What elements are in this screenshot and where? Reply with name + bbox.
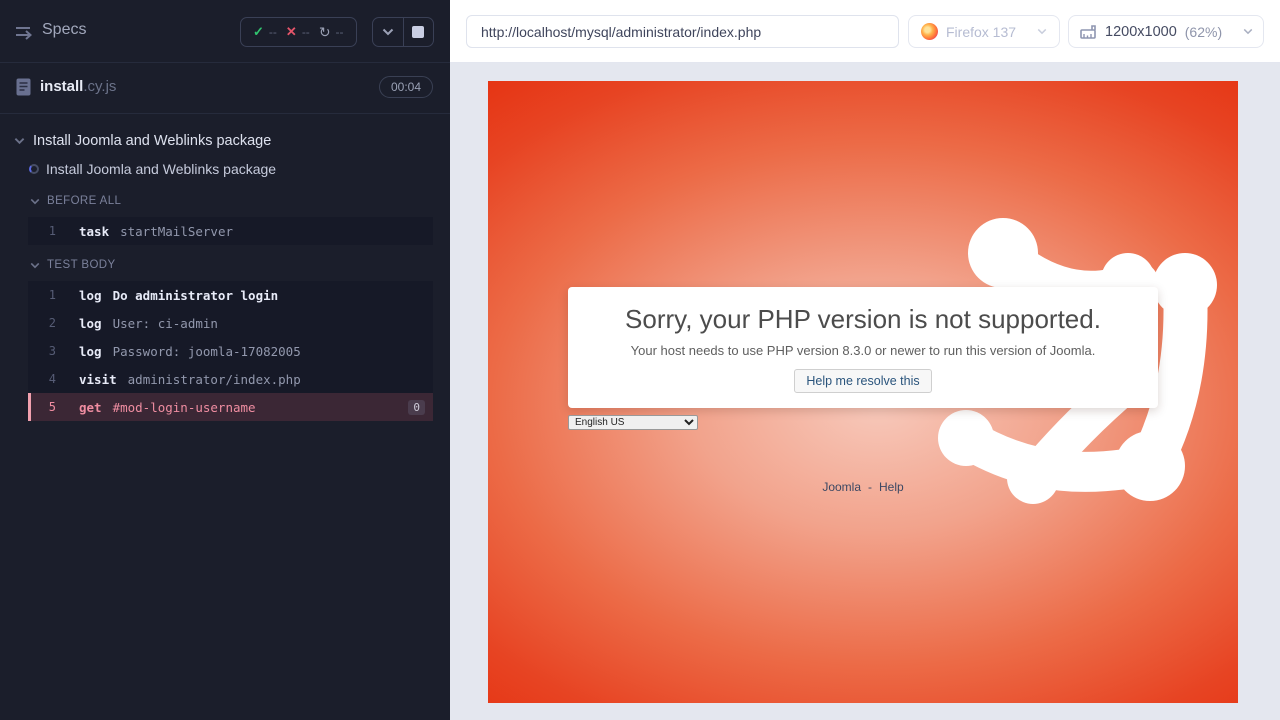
pending-count: --: [336, 25, 344, 39]
footer-separator: -: [868, 480, 872, 494]
chevron-down-icon: [382, 28, 394, 36]
command-number: 3: [28, 344, 56, 358]
run-controls: [372, 17, 434, 47]
command-method: get: [79, 400, 102, 415]
command-message: startMailServer: [120, 224, 233, 239]
spec-file-icon: [16, 78, 31, 96]
error-subtitle: Your host needs to use PHP version 8.3.0…: [568, 343, 1158, 358]
section-label: TEST BODY: [47, 259, 116, 271]
collapse-all-button[interactable]: [373, 18, 403, 46]
spec-name-main: install: [40, 78, 83, 95]
aut-stage: Sorry, your PHP version is not supported…: [450, 63, 1280, 720]
command-method: visit: [79, 372, 117, 387]
section-label: BEFORE ALL: [47, 195, 121, 207]
command-number: 2: [28, 316, 56, 330]
command-row[interactable]: 2 log User: ci-admin: [28, 309, 433, 337]
command-method: log: [79, 316, 102, 331]
viewport-selector[interactable]: 1200x1000 (62%): [1068, 15, 1264, 48]
chevron-down-icon: [30, 198, 40, 205]
command-number: 4: [28, 372, 56, 386]
viewport-zoom-label: (62%): [1185, 24, 1222, 40]
cypress-reporter-sidebar: Specs ✓ -- ✕ -- ↻ --: [0, 0, 450, 720]
command-method: log: [79, 344, 102, 359]
chevron-down-icon: [30, 262, 40, 269]
command-number: 1: [28, 224, 56, 238]
specs-title: Specs: [42, 21, 86, 39]
command-method: task: [79, 224, 109, 239]
firefox-icon: [921, 23, 938, 40]
element-count-badge: 0: [408, 400, 425, 415]
stat-pending: ↻ --: [319, 24, 344, 41]
test-row[interactable]: Install Joomla and Weblinks package: [0, 155, 450, 183]
aut-iframe: Sorry, your PHP version is not supported…: [488, 81, 1238, 703]
command-number: 5: [31, 400, 56, 414]
browser-selector[interactable]: Firefox 137: [908, 15, 1060, 48]
help-resolve-button[interactable]: Help me resolve this: [794, 369, 931, 393]
before-all-section[interactable]: BEFORE ALL: [0, 189, 450, 213]
test-body-section[interactable]: TEST BODY: [0, 253, 450, 277]
suite-row[interactable]: Install Joomla and Weblinks package: [0, 128, 450, 154]
language-select[interactable]: English US: [568, 415, 698, 430]
suite-title: Install Joomla and Weblinks package: [33, 133, 271, 149]
running-spinner-icon: [29, 164, 39, 174]
error-title: Sorry, your PHP version is not supported…: [568, 304, 1158, 335]
chevron-down-icon: [14, 137, 25, 145]
aut-toolbar: Firefox 137 1200x1000 (62%): [450, 0, 1280, 63]
viewport-size-label: 1200x1000: [1105, 24, 1177, 40]
failed-count: --: [302, 25, 310, 39]
command-message: Do administrator login: [113, 288, 279, 303]
command-row[interactable]: 1 log Do administrator login: [28, 281, 433, 309]
test-tree: Install Joomla and Weblinks package Inst…: [0, 114, 450, 421]
stat-failed: ✕ --: [286, 24, 310, 40]
chevron-down-icon: [1037, 28, 1047, 35]
spec-duration-badge: 00:04: [379, 76, 433, 98]
command-message: #mod-login-username: [113, 400, 256, 415]
restart-icon: ↻: [319, 24, 331, 41]
specs-list-toggle-icon[interactable]: [14, 22, 36, 42]
joomla-link[interactable]: Joomla: [822, 480, 861, 494]
command-row[interactable]: 4 visit administrator/index.php: [28, 365, 433, 393]
check-icon: ✓: [253, 24, 264, 40]
command-row[interactable]: 3 log Password: joomla-17082005: [28, 337, 433, 365]
command-row[interactable]: 1 task startMailServer: [28, 217, 433, 245]
test-title: Install Joomla and Weblinks package: [46, 161, 276, 177]
stop-icon: [412, 26, 424, 38]
test-body-commands: 1 log Do administrator login 2 log User:…: [28, 281, 433, 421]
ruler-icon: [1079, 23, 1097, 41]
command-method: log: [79, 288, 102, 303]
command-number: 1: [28, 288, 56, 302]
x-icon: ✕: [286, 24, 297, 40]
spec-file-name: install.cy.js: [40, 78, 116, 95]
chevron-down-icon: [1243, 28, 1253, 35]
command-message: administrator/index.php: [128, 372, 301, 387]
app-footer: Joomla-Help: [488, 480, 1238, 494]
command-message: Password: joomla-17082005: [113, 344, 301, 359]
passed-count: --: [269, 25, 277, 39]
specs-header: Specs ✓ -- ✕ -- ↻ --: [0, 0, 450, 63]
command-row-active[interactable]: 5 get #mod-login-username 0: [28, 393, 433, 421]
command-message: User: ci-admin: [113, 316, 218, 331]
spec-file-row[interactable]: install.cy.js 00:04: [0, 63, 450, 114]
stat-passed: ✓ --: [253, 24, 277, 40]
spec-name-ext: .cy.js: [83, 78, 116, 95]
php-error-card: Sorry, your PHP version is not supported…: [568, 287, 1158, 408]
help-link[interactable]: Help: [879, 480, 904, 494]
browser-label: Firefox 137: [946, 24, 1016, 40]
url-input[interactable]: [466, 15, 899, 48]
before-all-commands: 1 task startMailServer: [28, 217, 433, 245]
stop-run-button[interactable]: [403, 18, 434, 46]
test-stats: ✓ -- ✕ -- ↻ --: [240, 17, 357, 47]
